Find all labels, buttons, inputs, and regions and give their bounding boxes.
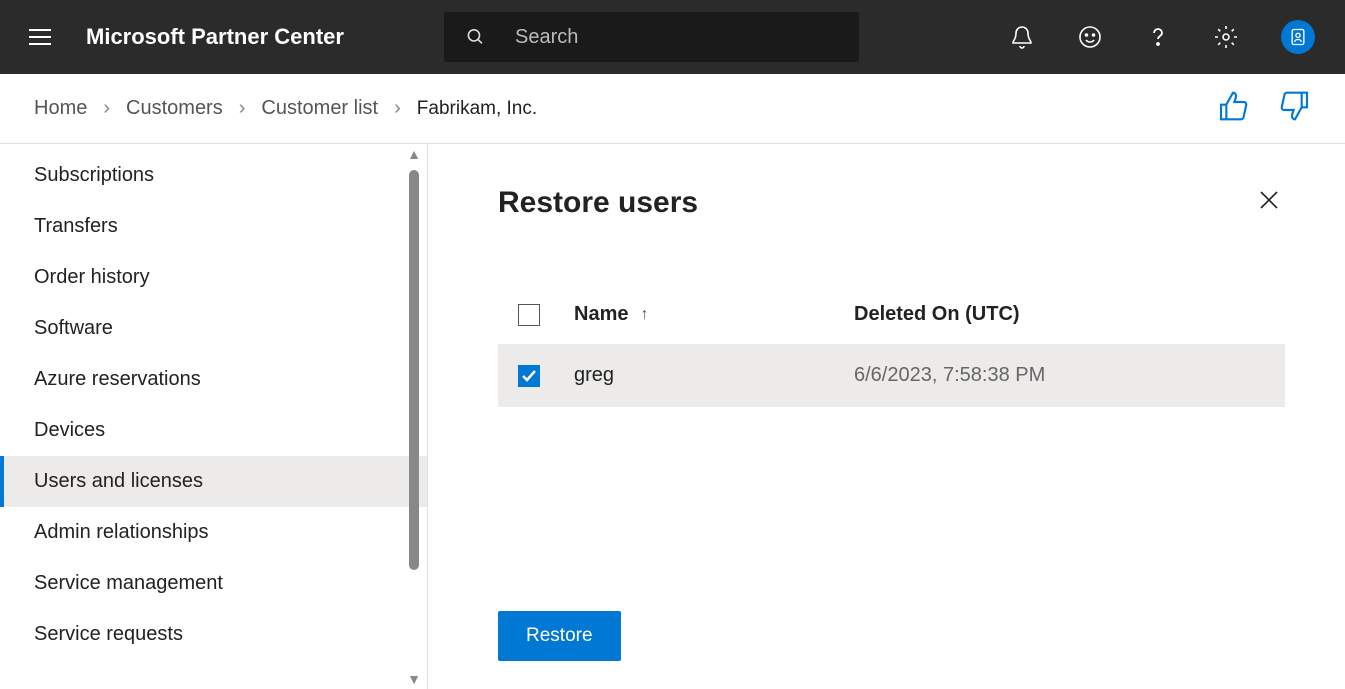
smiley-icon [1078,25,1102,49]
users-table: Name ↑ Deleted On (UTC) greg 6/6/2023, 7… [498,291,1285,407]
question-icon [1146,25,1170,49]
thumbs-down-icon [1279,90,1311,122]
breadcrumb-bar: Home › Customers › Customer list › Fabri… [0,74,1345,144]
thumbs-up-icon [1217,90,1249,122]
chevron-right-icon: › [103,97,110,120]
column-header-deleted-on[interactable]: Deleted On (UTC) [854,303,1285,326]
scroll-down-arrow[interactable]: ▼ [407,669,421,689]
search-input[interactable] [515,26,837,49]
sidebar-item-transfers[interactable]: Transfers [0,201,427,252]
notifications-button[interactable] [1009,24,1035,50]
sidebar-item-service-requests[interactable]: Service requests [0,609,427,660]
row-name-cell: greg [574,364,854,387]
main-panel: Restore users Name ↑ Deleted On (UTC) [428,144,1345,689]
row-checkbox[interactable] [518,365,540,387]
content: Subscriptions Transfers Order history So… [0,144,1345,689]
feedback-icons [1217,90,1311,127]
thumbs-up-button[interactable] [1217,90,1249,127]
hamburger-icon [29,28,51,46]
search-icon [466,26,485,48]
scroll-up-arrow[interactable]: ▲ [407,144,421,164]
sidebar-item-service-management[interactable]: Service management [0,558,427,609]
account-avatar[interactable] [1281,20,1315,54]
chevron-right-icon: › [394,97,401,120]
hamburger-menu-button[interactable] [20,17,60,57]
footer: Restore [498,611,1285,689]
page-title: Restore users [498,186,698,220]
help-button[interactable] [1145,24,1171,50]
sidebar-item-admin-relationships[interactable]: Admin relationships [0,507,427,558]
close-button[interactable] [1253,184,1285,221]
feedback-button[interactable] [1077,24,1103,50]
restore-button[interactable]: Restore [498,611,621,661]
sidebar-item-software[interactable]: Software [0,303,427,354]
column-name-label: Name [574,303,628,326]
sidebar-item-azure-reservations[interactable]: Azure reservations [0,354,427,405]
person-badge-icon [1288,27,1308,47]
breadcrumb-customers[interactable]: Customers [126,97,223,120]
gear-icon [1214,25,1238,49]
table-row[interactable]: greg 6/6/2023, 7:58:38 PM [498,344,1285,407]
bell-icon [1010,25,1034,49]
sort-ascending-icon: ↑ [640,306,648,324]
checkmark-icon [521,368,537,384]
header-icons [1009,20,1325,54]
sidebar: Subscriptions Transfers Order history So… [0,144,428,689]
sidebar-item-devices[interactable]: Devices [0,405,427,456]
column-deleted-label: Deleted On (UTC) [854,303,1020,325]
breadcrumb-customer-list[interactable]: Customer list [261,97,378,120]
main-header: Restore users [498,184,1285,221]
settings-button[interactable] [1213,24,1239,50]
header: Microsoft Partner Center [0,0,1345,74]
row-checkbox-cell [518,365,574,387]
close-icon [1259,190,1279,210]
row-deleted-cell: 6/6/2023, 7:58:38 PM [854,364,1285,387]
sidebar-item-users-licenses[interactable]: Users and licenses [0,456,427,507]
select-all-checkbox[interactable] [518,304,540,326]
thumbs-down-button[interactable] [1279,90,1311,127]
sidebar-item-order-history[interactable]: Order history [0,252,427,303]
breadcrumb-home[interactable]: Home [34,97,87,120]
table-header: Name ↑ Deleted On (UTC) [498,291,1285,344]
column-header-name[interactable]: Name ↑ [574,303,854,326]
select-all-cell [518,304,574,326]
sidebar-item-subscriptions[interactable]: Subscriptions [0,150,427,201]
scroll-thumb[interactable] [409,170,419,570]
scrollbar: ▲ ▼ [405,144,423,689]
breadcrumb-current: Fabrikam, Inc. [417,98,537,120]
app-title: Microsoft Partner Center [86,24,344,50]
sidebar-items: Subscriptions Transfers Order history So… [0,150,427,660]
search-box[interactable] [444,12,859,62]
breadcrumb: Home › Customers › Customer list › Fabri… [34,97,537,120]
chevron-right-icon: › [239,97,246,120]
